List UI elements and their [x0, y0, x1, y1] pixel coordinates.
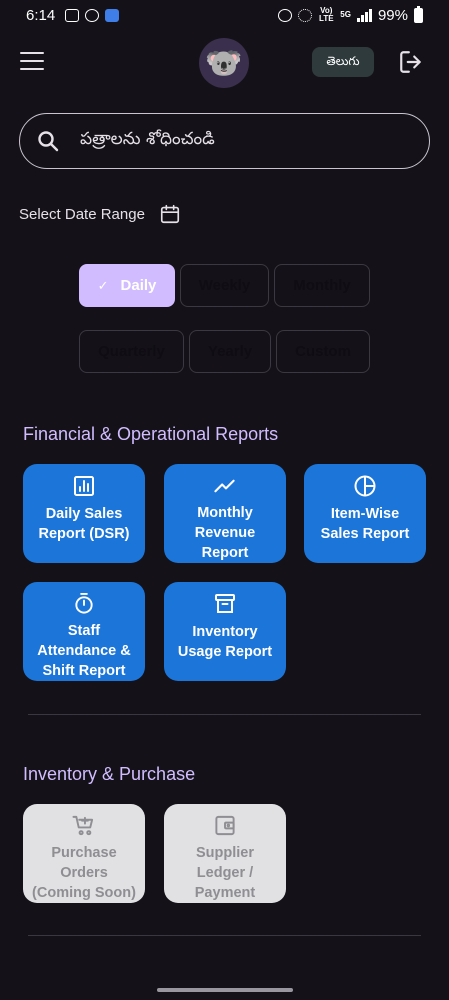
card-staff-attendance-report[interactable]: Staff Attendance & Shift Report: [23, 582, 145, 681]
whatsapp-notification-icon: [85, 8, 100, 22]
battery-icon: [414, 5, 423, 23]
card-item-wise-sales-report[interactable]: Item-Wise Sales Report: [304, 464, 426, 563]
status-right: Vo) LTE 5G 99%: [278, 5, 423, 24]
battery-percent: 99%: [377, 6, 408, 24]
app-notification-icon: [105, 8, 120, 22]
add-to-cart-icon: [72, 815, 94, 836]
archive-box-icon: [215, 594, 235, 613]
section-title-inventory: Inventory & Purchase: [23, 764, 196, 784]
hotspot-icon: [298, 8, 313, 22]
date-range-row[interactable]: Select Date Range: [19, 203, 181, 225]
language-label: తెలుగు: [326, 53, 360, 68]
search-icon: [38, 131, 59, 152]
card-supplier-ledger[interactable]: Supplier Ledger / Payment: [164, 804, 286, 903]
volte-indicator: Vo) LTE: [319, 6, 334, 23]
network-type: 5G: [340, 10, 351, 19]
logo-emoji: 🐨: [205, 46, 243, 80]
chip-daily[interactable]: ✓ Daily: [79, 264, 175, 307]
chip-label: Yearly: [207, 343, 253, 360]
chip-label: Weekly: [198, 277, 251, 294]
logout-icon[interactable]: [398, 49, 424, 75]
section-divider: [28, 714, 421, 715]
card-purchase-orders[interactable]: Purchase Orders (Coming Soon): [23, 804, 145, 903]
card-label: Item-Wise Sales Report: [320, 506, 410, 542]
status-time: 6:14: [26, 6, 56, 24]
card-daily-sales-report[interactable]: Daily Sales Report (DSR): [23, 464, 145, 563]
search-input[interactable]: పత్రాలను శోధించండి: [80, 129, 215, 153]
chip-label: Custom: [295, 343, 351, 360]
card-label: Daily Sales Report (DSR): [38, 506, 130, 542]
section-title-financial: Financial & Operational Reports: [23, 424, 279, 444]
koala-logo: 🐨: [199, 38, 249, 88]
wallet-icon: [215, 815, 235, 836]
app-screen: 6:14 Vo) LTE 5G 99% 🐨 తెలుగు పత్రాలను శో…: [0, 0, 449, 1000]
signal-icon: [356, 8, 372, 22]
chip-weekly[interactable]: Weekly: [180, 264, 269, 307]
card-inventory-usage-report[interactable]: Inventory Usage Report: [164, 582, 286, 681]
chip-monthly[interactable]: Monthly: [274, 264, 370, 307]
timer-icon: [75, 592, 93, 614]
card-label: Purchase Orders (Coming Soon): [32, 845, 136, 901]
check-icon: ✓: [97, 277, 109, 293]
section-divider: [28, 935, 421, 936]
date-range-label: Select Date Range: [19, 205, 145, 223]
app-bar: 🐨 తెలుగు: [0, 32, 449, 92]
chip-custom[interactable]: Custom: [276, 330, 370, 373]
chip-quarterly[interactable]: Quarterly: [79, 330, 184, 373]
chip-label: Monthly: [293, 277, 351, 294]
home-indicator[interactable]: [157, 988, 293, 992]
card-label: Inventory Usage Report: [177, 624, 273, 660]
menu-icon[interactable]: [20, 52, 44, 70]
card-label: Supplier Ledger / Payment: [194, 845, 256, 901]
card-monthly-revenue-report[interactable]: Monthly Revenue Report: [164, 464, 286, 563]
status-bar: 6:14 Vo) LTE 5G 99%: [0, 0, 449, 30]
pie-chart-icon: [354, 475, 376, 497]
search-bar[interactable]: పత్రాలను శోధించండి: [19, 113, 430, 169]
trending-up-icon: [214, 479, 235, 493]
card-label: Monthly Revenue Report: [194, 505, 256, 561]
alarm-icon: [278, 8, 293, 22]
report-chart-icon: [74, 476, 94, 496]
chip-yearly[interactable]: Yearly: [189, 330, 271, 373]
gallery-notification-icon: [65, 8, 80, 22]
chip-label: Quarterly: [98, 343, 165, 360]
card-label: Staff Attendance & Shift Report: [37, 623, 131, 679]
chip-label: Daily: [120, 277, 157, 294]
language-button[interactable]: తెలుగు: [312, 47, 374, 77]
status-left: 6:14: [26, 6, 120, 24]
calendar-icon[interactable]: [159, 203, 181, 225]
